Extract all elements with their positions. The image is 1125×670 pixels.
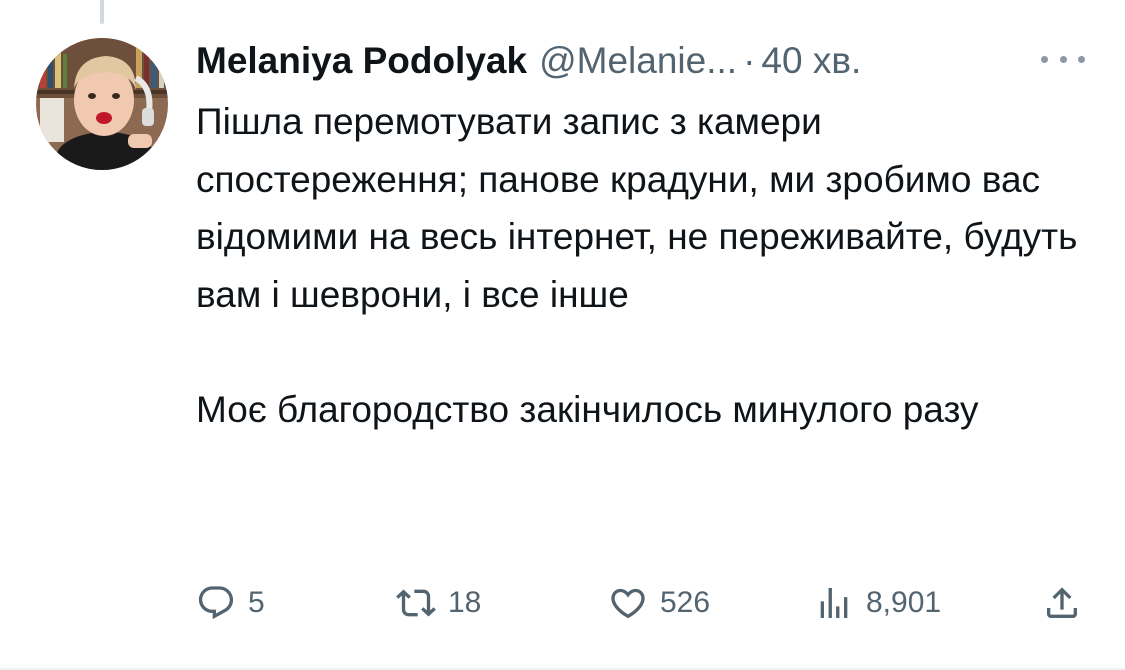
tweet-card[interactable]: Melaniya Podolyak @Melanie... · 40 хв. П… (0, 0, 1125, 670)
tweet-header: Melaniya Podolyak @Melanie... · 40 хв. (196, 36, 1085, 86)
user-handle[interactable]: @Melanie... (539, 36, 737, 86)
share-button[interactable] (1042, 578, 1082, 628)
like-button[interactable]: 526 (608, 578, 710, 628)
more-dot (1059, 55, 1067, 63)
reply-count: 5 (248, 586, 265, 619)
display-name[interactable]: Melaniya Podolyak (196, 36, 527, 86)
retweet-button[interactable]: 18 (396, 578, 481, 628)
tweet-text: Пішла перемотувати запис з камери спосте… (196, 93, 1086, 438)
reply-button[interactable]: 5 (196, 578, 265, 628)
more-dot (1078, 55, 1085, 63)
reply-icon (198, 586, 234, 620)
views-button[interactable]: 8,901 (814, 578, 941, 628)
views-icon (820, 588, 848, 618)
tweet-paragraph: Пішла перемотувати запис з камери спосте… (196, 101, 1078, 315)
separator-dot: · (743, 40, 756, 81)
retweet-icon (396, 589, 436, 617)
heart-icon (611, 588, 645, 619)
more-dot (1041, 55, 1048, 63)
action-bar: 5 18 526 8,901 (196, 578, 1086, 628)
avatar[interactable] (36, 38, 168, 170)
more-icon[interactable] (1041, 44, 1085, 74)
like-count: 526 (660, 586, 711, 619)
timestamp[interactable]: 40 хв. (761, 36, 861, 86)
views-count: 8,901 (866, 586, 942, 619)
retweet-count: 18 (448, 586, 482, 619)
tweet-paragraph: Моє благородство закінчилось минулого ра… (196, 388, 979, 430)
share-icon (1047, 587, 1077, 618)
